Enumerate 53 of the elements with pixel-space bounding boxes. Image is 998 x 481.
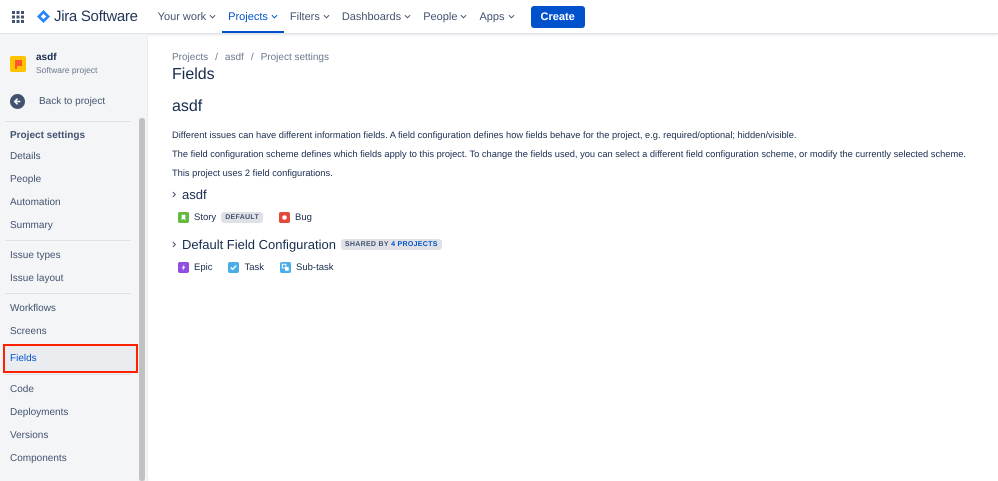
app-switcher-icon[interactable] [12, 10, 24, 22]
project-type: Software project [36, 65, 98, 75]
description-text: Different issues can have different information fields. A field configuration defines how fields behave for the project, e.g. required/optional; hidden/visible. [172, 130, 798, 140]
chevron-down-icon [322, 14, 330, 19]
nav-menu[interactable]: Projects [222, 0, 284, 33]
chevron-down-icon [209, 14, 216, 19]
issue-type-name: Epic [194, 262, 212, 273]
create-button[interactable]: Create [530, 6, 585, 28]
description-text: The field configuration scheme defines which fields apply to this project. To change the fields used, you can select a different field configuration scheme, or modify the currently selected scheme. [172, 149, 967, 159]
sidebar-item[interactable]: Versions [5, 424, 131, 447]
breadcrumb-link[interactable]: Project settings [260, 52, 329, 63]
sidebar-item[interactable]: Automation [5, 191, 131, 214]
breadcrumb-separator: / [250, 52, 254, 63]
chevron-icon[interactable] [172, 191, 177, 198]
issue-type-name: Story [194, 212, 216, 223]
chevron-icon[interactable] [172, 241, 177, 248]
sidebar-heading: Project settings [5, 121, 131, 145]
nav-menu[interactable]: Your work [152, 0, 222, 33]
page-title: Fields [172, 66, 216, 84]
project-name: asdf [36, 52, 58, 63]
sidebar-item[interactable]: People [5, 168, 131, 191]
breadcrumb-link[interactable]: asdf [224, 52, 244, 63]
sidebar-item[interactable]: Workflows [5, 297, 131, 320]
description-text: This project uses 2 field configurations. [172, 168, 334, 178]
sidebar-item[interactable]: Components [5, 447, 131, 470]
sidebar-item[interactable]: Issue layout [5, 267, 131, 290]
nav-menu[interactable]: Apps [473, 0, 521, 33]
breadcrumb-link[interactable]: Projects [172, 52, 208, 63]
nav-menu[interactable]: People [417, 0, 474, 33]
sidebar-item[interactable]: Fields [5, 346, 136, 371]
configuration-name[interactable]: Default Field Configuration [182, 237, 336, 252]
sidebar-item[interactable]: Issue types [5, 244, 131, 267]
nav-menu[interactable]: Dashboards [336, 0, 418, 33]
sidebar-item[interactable]: Code [5, 378, 131, 401]
sidebar-item[interactable]: Details [5, 145, 131, 168]
back-link[interactable]: Back to project [5, 75, 131, 111]
nav-menu[interactable]: Filters [284, 0, 336, 33]
sidebar-item[interactable]: Deployments [5, 401, 131, 424]
sidebar-item[interactable]: Summary [5, 214, 131, 237]
project-avatar-icon [10, 56, 26, 72]
sidebar-item[interactable]: Screens [5, 320, 131, 343]
issue-type-name: Bug [295, 212, 312, 223]
configuration-name[interactable]: asdf [182, 187, 207, 202]
issue-type-name: Task [244, 262, 264, 273]
chevron-down-icon [270, 14, 278, 19]
breadcrumb-separator: / [215, 52, 218, 63]
scheme-title: asdf [172, 98, 204, 116]
chevron-down-icon [460, 14, 468, 19]
chevron-down-icon [508, 14, 515, 19]
logo-icon [37, 10, 50, 23]
issue-type-name: Sub-task [296, 262, 334, 273]
product-name[interactable]: Jira Software [54, 8, 138, 25]
chevron-down-icon [404, 14, 412, 19]
